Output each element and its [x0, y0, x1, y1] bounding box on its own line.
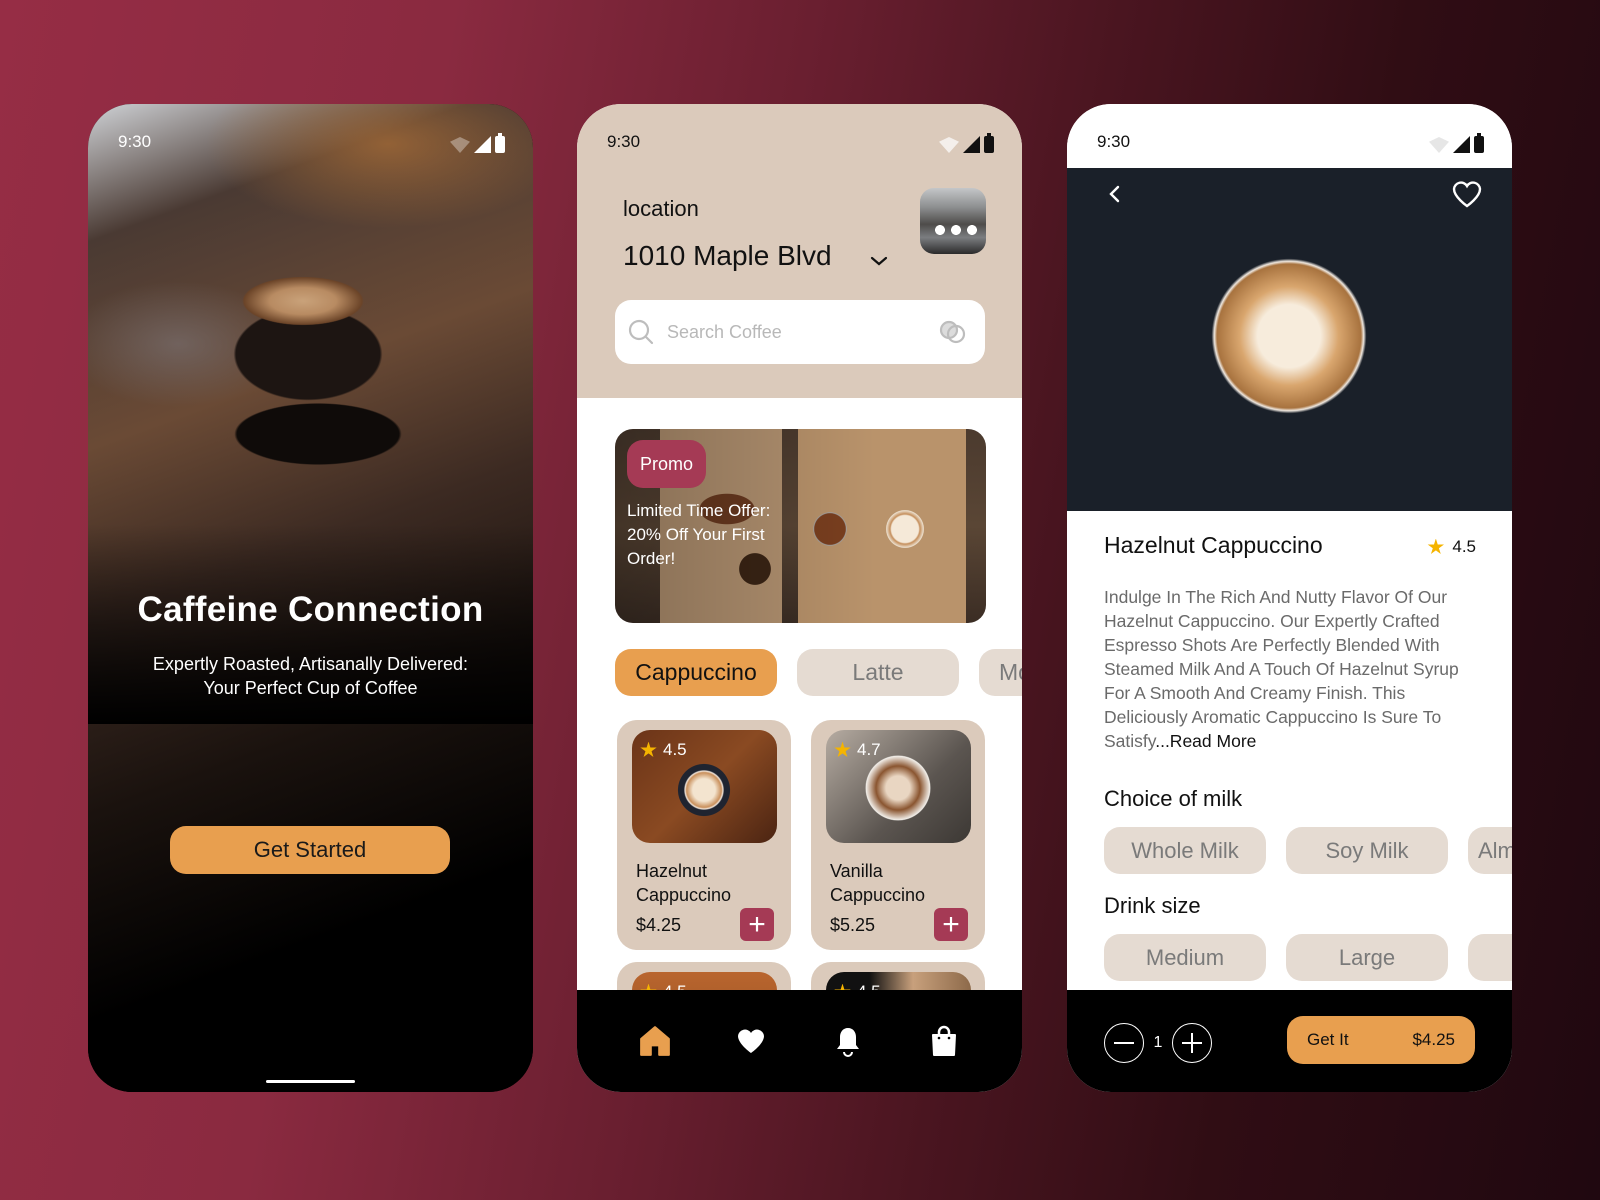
status-bar: 9:30 — [1067, 104, 1512, 168]
product-price: $4.25 — [636, 915, 682, 935]
status-time: 9:30 — [607, 132, 641, 151]
app-title: Caffeine Connection — [137, 590, 484, 629]
wifi-icon — [450, 137, 470, 153]
product-hero-image — [1067, 168, 1512, 511]
purchase-bar: 1 Get It $4.25 — [1067, 990, 1512, 1092]
filter-icon[interactable] — [937, 318, 969, 346]
tab-cappuccino[interactable]: Cappuccino — [615, 649, 777, 696]
promo-text: Limited Time Offer: 20% Off Your First O… — [627, 501, 771, 568]
nav-home[interactable] — [637, 1023, 673, 1059]
favorite-button[interactable] — [1450, 178, 1484, 210]
app-tagline: Expertly Roasted, Artisanally Delivered:… — [118, 652, 503, 700]
size-option-medium[interactable]: Medium — [1104, 934, 1266, 981]
wifi-icon — [939, 137, 959, 153]
battery-icon — [984, 133, 994, 153]
size-options: Medium Large — [1104, 934, 1512, 981]
signal-icon — [1453, 136, 1470, 153]
search-input[interactable] — [667, 318, 917, 346]
product-card[interactable]: 4.7 Vanilla Cappuccino $5.25 + — [811, 720, 985, 950]
milk-options: Whole Milk Soy Milk Alm — [1104, 827, 1512, 874]
tab-mocha[interactable]: Mo — [979, 649, 1022, 696]
decrease-quantity-button[interactable] — [1104, 1023, 1144, 1063]
product-name: Hazelnut Cappuccino — [636, 861, 732, 905]
product-title: Hazelnut Cappuccino — [1104, 532, 1323, 558]
add-to-cart-button[interactable]: + — [740, 908, 774, 941]
product-price: $5.25 — [830, 915, 876, 935]
heart-icon — [738, 1029, 765, 1053]
home-screen: 9:30 location 1010 Maple Blvd Promo Limi… — [577, 104, 1022, 1092]
size-option-large[interactable]: Large — [1286, 934, 1448, 981]
product-rating: 4.5 — [1427, 537, 1476, 557]
milk-option-soy[interactable]: Soy Milk — [1286, 827, 1448, 874]
nav-notifications[interactable] — [830, 1023, 866, 1059]
home-header: 9:30 location 1010 Maple Blvd — [577, 104, 1022, 398]
milk-section-label: Choice of milk — [1104, 786, 1243, 811]
get-started-button[interactable]: Get Started — [170, 826, 450, 874]
chevron-down-icon[interactable] — [867, 249, 891, 273]
milk-option-almond[interactable]: Alm — [1468, 827, 1512, 874]
category-tabs: Cappuccino Latte Mo — [615, 649, 1022, 696]
star-icon — [640, 741, 657, 757]
bell-icon — [836, 1028, 859, 1057]
search-bar — [615, 300, 985, 364]
product-rating: 4.5 — [640, 740, 687, 760]
product-description: Indulge In The Rich And Nutty Flavor Of … — [1104, 585, 1476, 753]
get-it-label: Get It — [1307, 1030, 1349, 1049]
home-indicator[interactable] — [266, 1080, 355, 1083]
tagline-line-1: Expertly Roasted, Artisanally Delivered: — [152, 654, 469, 674]
rating-value: 4.5 — [663, 740, 687, 759]
bottom-nav — [577, 990, 1022, 1092]
rating-value: 4.5 — [1452, 537, 1476, 556]
status-bar: 9:30 — [577, 104, 1022, 168]
battery-icon — [495, 133, 505, 153]
rating-value: 4.7 — [857, 740, 881, 759]
location-value[interactable]: 1010 Maple Blvd — [623, 240, 832, 272]
star-icon — [1427, 538, 1445, 554]
product-image: 4.7 — [826, 730, 971, 843]
quantity-value: 1 — [1153, 1034, 1163, 1051]
description-text: Indulge In The Rich And Nutty Flavor Of … — [1104, 587, 1459, 751]
product-detail-screen: 9:30 Hazelnut Cappuccino 4.5 Indulge In … — [1067, 104, 1512, 1092]
back-button[interactable] — [1103, 182, 1127, 206]
home-icon — [640, 1026, 670, 1056]
battery-icon — [1474, 133, 1484, 153]
plus-icon: + — [748, 907, 766, 941]
wifi-icon — [1429, 137, 1449, 153]
status-bar: 9:30 — [88, 104, 533, 168]
read-more-link[interactable]: ...Read More — [1155, 731, 1256, 751]
milk-option-whole[interactable]: Whole Milk — [1104, 827, 1266, 874]
add-to-cart-button[interactable]: + — [934, 908, 968, 941]
status-time: 9:30 — [118, 132, 152, 151]
increase-quantity-button[interactable] — [1172, 1023, 1212, 1063]
quantity-stepper: 1 — [1104, 1023, 1212, 1063]
product-image: 4.5 — [632, 730, 777, 843]
product-card[interactable]: 4.5 Hazelnut Cappuccino $4.25 + — [617, 720, 791, 950]
heart-outline-icon — [1452, 181, 1482, 208]
product-name: Vanilla Cappuccino — [830, 861, 926, 905]
nav-favorites[interactable] — [733, 1023, 769, 1059]
signal-icon — [963, 136, 980, 153]
onboarding-screen: 9:30 Caffeine Connection Expertly Roaste… — [88, 104, 533, 1092]
promo-badge: Promo — [627, 440, 707, 488]
status-time: 9:30 — [1097, 132, 1131, 151]
avatar[interactable] — [920, 188, 986, 254]
chevron-left-icon — [1109, 185, 1120, 203]
search-icon — [628, 319, 654, 345]
signal-icon — [474, 136, 491, 153]
get-it-price: $4.25 — [1412, 1030, 1455, 1049]
tab-latte[interactable]: Latte — [797, 649, 959, 696]
tagline-line-2: Your Perfect Cup of Coffee — [203, 678, 418, 698]
size-option-extra[interactable] — [1468, 934, 1512, 981]
location-label: location — [623, 196, 699, 221]
nav-cart[interactable] — [926, 1023, 962, 1059]
plus-icon: + — [942, 907, 960, 941]
star-icon — [834, 741, 851, 757]
promo-banner[interactable]: Promo Limited Time Offer: 20% Off Your F… — [615, 429, 986, 623]
get-it-button[interactable]: Get It $4.25 — [1287, 1016, 1475, 1064]
product-rating: 4.7 — [834, 740, 881, 760]
shopping-bag-icon — [931, 1025, 956, 1056]
size-section-label: Drink size — [1104, 893, 1201, 918]
